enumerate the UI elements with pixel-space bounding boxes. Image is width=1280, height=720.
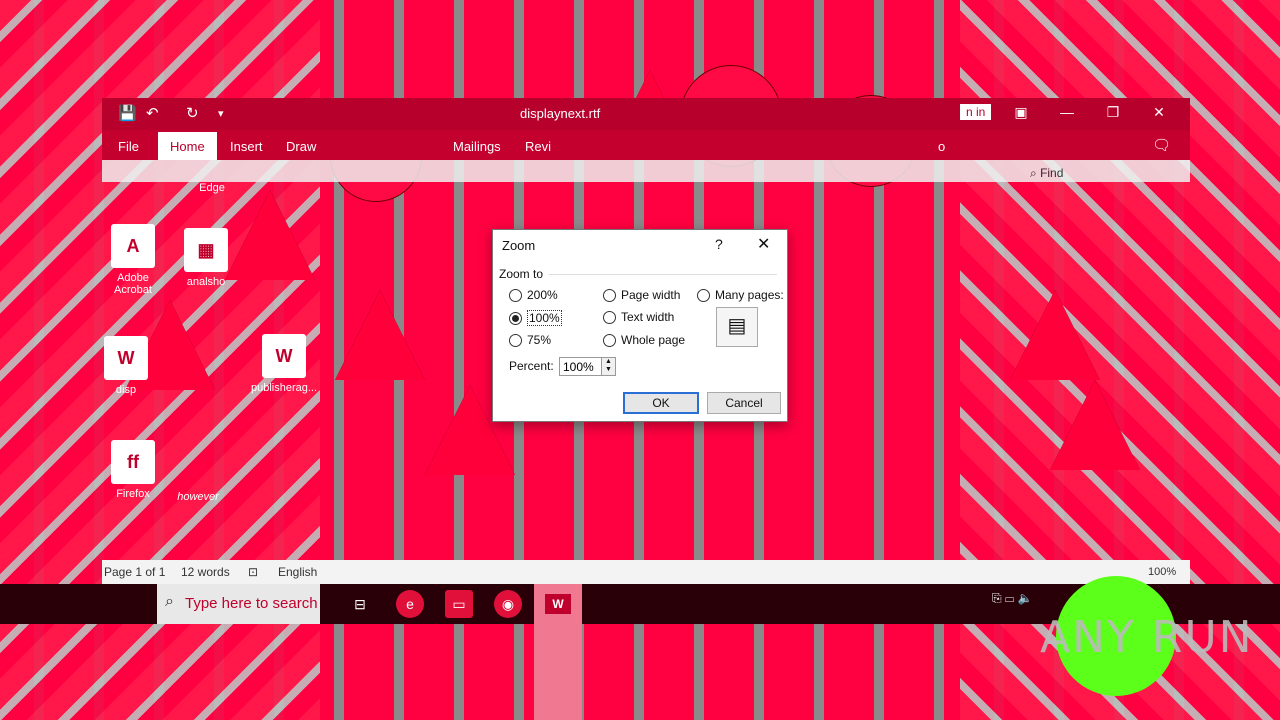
percent-label: Percent: bbox=[509, 359, 554, 373]
page-count[interactable]: Page 1 of 1 bbox=[104, 565, 165, 579]
desktop-icon-label: Adobe Acrobat bbox=[114, 272, 152, 296]
ok-button[interactable]: OK bbox=[623, 392, 699, 414]
comments-icon[interactable]: 🗨 bbox=[1152, 136, 1171, 154]
tab-insert[interactable]: Insert bbox=[230, 139, 263, 154]
desktop-icon-however[interactable]: however bbox=[166, 491, 230, 503]
desktop-icon-edge[interactable]: Edge bbox=[180, 182, 244, 194]
desktop-icon-firefox[interactable]: ff Firefox bbox=[101, 440, 165, 500]
taskbar-word-button[interactable]: W bbox=[534, 584, 582, 720]
glitch-shape bbox=[225, 190, 315, 280]
zoom-level[interactable]: 100% bbox=[1148, 566, 1176, 578]
undo-icon[interactable]: ↶ bbox=[146, 104, 159, 122]
tab-home[interactable]: Home bbox=[158, 132, 217, 160]
radio-75[interactable]: 75% bbox=[509, 333, 551, 347]
minimize-button[interactable]: — bbox=[1052, 104, 1082, 120]
firefox-icon: ff bbox=[111, 440, 155, 484]
radio-dot bbox=[509, 333, 522, 347]
word-count[interactable]: 12 words bbox=[181, 565, 230, 579]
status-bar: Page 1 of 1 12 words ⊡ English bbox=[102, 560, 1190, 584]
redo-icon[interactable]: ↻ bbox=[186, 104, 199, 122]
sign-in-button[interactable]: n in bbox=[960, 104, 992, 120]
language-indicator[interactable]: English bbox=[278, 565, 317, 579]
radio-100[interactable]: 100% bbox=[509, 310, 562, 326]
radio-200[interactable]: 200% bbox=[509, 288, 558, 302]
word-file-icon: W bbox=[262, 334, 306, 378]
acrobat-icon: A bbox=[111, 224, 155, 268]
radio-label: Many pages: bbox=[715, 288, 784, 302]
radio-dot bbox=[603, 333, 616, 347]
dialog-close-button[interactable]: ✕ bbox=[757, 234, 770, 254]
desktop-icon-label: disp bbox=[115, 384, 137, 396]
radio-text-width[interactable]: Text width bbox=[603, 310, 674, 324]
desktop-icon-label: Edge bbox=[199, 182, 225, 194]
find-label: Find bbox=[1040, 166, 1064, 180]
desktop-icon-label: publisherag... bbox=[250, 382, 318, 394]
taskbar-search[interactable]: ⌕ Type here to search bbox=[157, 584, 320, 624]
tab-partial[interactable]: o bbox=[938, 139, 945, 154]
close-button[interactable]: ✕ bbox=[1144, 104, 1174, 121]
radio-label: 75% bbox=[527, 333, 552, 347]
desktop-icon-label: analsho bbox=[186, 276, 226, 288]
desktop-icon-publisherag[interactable]: W publisherag... bbox=[248, 334, 320, 394]
task-view-icon[interactable]: ⊟ bbox=[346, 590, 374, 618]
zoom-dialog: Zoom ? ✕ Zoom to 200% 100% 75% Page widt… bbox=[492, 229, 788, 422]
glitch-shape bbox=[335, 290, 425, 380]
ribbon-toolbar: ⌕ Find bbox=[102, 160, 1190, 182]
glitch-shape bbox=[1050, 380, 1140, 470]
customize-toolbar-icon[interactable]: ▾ bbox=[218, 107, 224, 120]
desktop-icon-analsho[interactable]: ▦ analsho bbox=[174, 228, 238, 288]
tab-mailings[interactable]: Mailings bbox=[453, 139, 501, 154]
network-icon[interactable]: ▭ bbox=[1005, 591, 1014, 605]
ribbon-tabs: File Home Insert Draw Mailings Revi o 🗨 bbox=[102, 130, 1190, 160]
divider bbox=[549, 274, 777, 275]
radio-whole-page[interactable]: Whole page bbox=[603, 333, 685, 347]
radio-label: Whole page bbox=[621, 333, 686, 347]
document-title: displaynext.rtf bbox=[520, 106, 601, 121]
radio-label: 200% bbox=[527, 288, 558, 302]
word-icon: W bbox=[545, 594, 571, 614]
radio-label: Page width bbox=[621, 288, 681, 302]
radio-dot bbox=[603, 288, 616, 302]
system-tray: ⎘ ▭ 🔈 bbox=[992, 591, 1032, 606]
desktop-icon-label: Firefox bbox=[116, 488, 150, 500]
word-title-bar: 💾 ↶ ↻ ▾ displaynext.rtf n in ▣ — ❐ ✕ bbox=[102, 98, 1190, 130]
radio-dot bbox=[509, 311, 522, 325]
help-button[interactable]: ? bbox=[715, 236, 723, 252]
radio-label: Text width bbox=[621, 310, 675, 324]
monitor-pages-icon[interactable]: ▤ bbox=[716, 307, 758, 347]
edge-icon[interactable]: e bbox=[396, 590, 424, 618]
desktop-icon-label: however bbox=[177, 491, 219, 503]
radio-dot bbox=[603, 310, 616, 324]
watermark: ANY RUN bbox=[1040, 612, 1254, 663]
tab-file[interactable]: File bbox=[118, 139, 139, 154]
file-explorer-icon[interactable]: ▭ bbox=[445, 590, 473, 618]
radio-page-width[interactable]: Page width bbox=[603, 288, 680, 302]
desktop-icon-acrobat[interactable]: A Adobe Acrobat bbox=[101, 224, 165, 296]
glitch-shape bbox=[1010, 290, 1100, 380]
image-file-icon: ▦ bbox=[184, 228, 228, 272]
volume-icon[interactable]: 🔈 bbox=[1017, 591, 1032, 605]
search-icon: ⌕ bbox=[1030, 166, 1041, 180]
firefox-icon[interactable]: ◉ bbox=[494, 590, 522, 618]
percent-spinner[interactable]: ▲ ▼ bbox=[601, 357, 616, 376]
radio-dot bbox=[509, 288, 522, 302]
radio-many-pages[interactable]: Many pages: bbox=[697, 288, 784, 302]
search-icon: ⌕ bbox=[165, 593, 174, 610]
maximize-button[interactable]: ❐ bbox=[1098, 104, 1128, 121]
tab-review[interactable]: Revi bbox=[525, 139, 551, 154]
zoom-to-label: Zoom to bbox=[499, 267, 544, 281]
meet-now-icon[interactable]: ⎘ bbox=[992, 591, 1002, 605]
cancel-button[interactable]: Cancel bbox=[707, 392, 781, 414]
find-button[interactable]: ⌕ Find bbox=[1030, 166, 1063, 181]
search-placeholder: Type here to search bbox=[185, 595, 318, 612]
dialog-title: Zoom bbox=[502, 238, 536, 253]
proofing-icon[interactable]: ⊡ bbox=[248, 565, 258, 579]
save-icon[interactable]: 💾 bbox=[118, 104, 137, 122]
word-file-icon: W bbox=[104, 336, 148, 380]
desktop-icon-disp[interactable]: W disp bbox=[94, 336, 158, 396]
radio-label: 100% bbox=[527, 310, 562, 326]
ribbon-display-icon[interactable]: ▣ bbox=[1006, 104, 1036, 121]
radio-dot bbox=[697, 288, 710, 302]
tab-draw[interactable]: Draw bbox=[286, 139, 316, 154]
